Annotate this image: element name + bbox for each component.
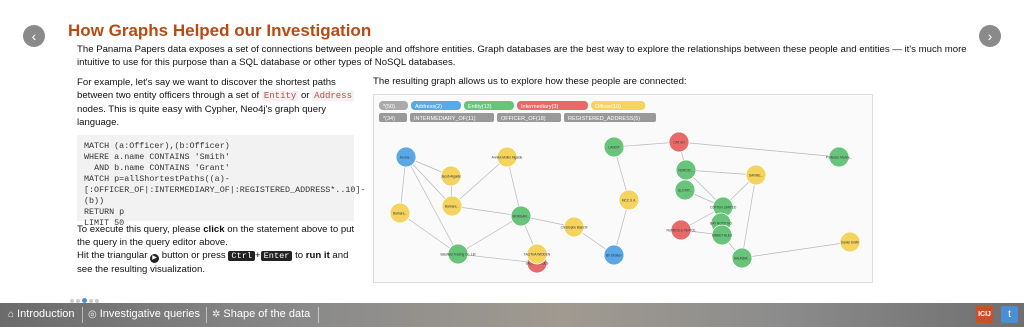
- ctrl-key: Ctrl: [228, 251, 256, 261]
- execute-instructions: To execute this query, please click on t…: [77, 224, 355, 275]
- graph-node-label: TALITHA WIDDEN: [524, 253, 551, 257]
- graph-node-label: MORGAN...: [512, 215, 529, 219]
- label-pill-text: *(50): [383, 104, 395, 110]
- graph-edge: [399, 212, 459, 255]
- example-paragraph: For example, let's say we want to discov…: [77, 77, 354, 128]
- graph-node-label: Barbara...: [445, 205, 459, 209]
- eye-icon: ◎: [88, 309, 97, 320]
- chevron-left-icon: ‹: [31, 28, 37, 44]
- graph-edge: [741, 174, 757, 259]
- graph-node-label: Kenzie...: [400, 156, 413, 160]
- graph-caption: The resulting graph allows us to explore…: [373, 76, 687, 87]
- footer-bar: ⌂ Introduction ◎ Investigative queries ✲ Sh…: [0, 303, 1024, 327]
- graph-node-label: NORDIC...: [678, 169, 693, 173]
- rel-pill-text: REGISTERED_ADDRESS(5): [568, 116, 640, 122]
- footer-shape-link[interactable]: ✲ Shape of the data: [212, 308, 310, 320]
- intro-paragraph: The Panama Papers data exposes a set of …: [77, 44, 967, 68]
- cypher-query-block[interactable]: MATCH (a:Officer),(b:Officer) WHERE a.na…: [77, 135, 365, 228]
- twitter-icon[interactable]: t: [1001, 306, 1018, 323]
- graph-edge: [678, 141, 840, 158]
- graph-node-label: SWEET ALEX: [712, 234, 733, 238]
- next-slide-button[interactable]: ›: [979, 25, 1001, 47]
- icij-logo-button[interactable]: ICIJ: [976, 306, 993, 323]
- graph-node-label: FERNOS & PEIRCE: [666, 229, 695, 233]
- graph-edge: [741, 241, 851, 259]
- graph-edge: [457, 215, 522, 255]
- graph-node-label: Daniel Smith: [841, 241, 859, 245]
- graph-node-label: Bri Stratton: [606, 254, 622, 258]
- graph-node-label: Jacob Algaide: [441, 175, 461, 179]
- graph-edge: [451, 205, 522, 217]
- graph-node-label: DAVINE...: [749, 174, 763, 178]
- play-icon: ▶: [150, 254, 160, 263]
- label-pill-text: Officer(10): [595, 104, 621, 110]
- graph-visualization[interactable]: *(50) Address(2) Entity(13) Intermediary(3)…: [373, 94, 873, 283]
- graph-node-label: Annika Moller Algaide: [492, 156, 523, 160]
- rel-pill-text: *(34): [383, 116, 395, 122]
- enter-key: Enter: [260, 251, 293, 261]
- prev-slide-button[interactable]: ‹: [23, 25, 45, 47]
- footer-queries-link[interactable]: ◎ Investigative queries: [88, 308, 200, 320]
- network-icon: ✲: [212, 309, 221, 320]
- graph-edge: [451, 156, 508, 207]
- page-title: How Graphs Helped our Investigation: [68, 21, 372, 40]
- home-icon: ⌂: [8, 309, 15, 320]
- address-code: Address: [312, 91, 354, 101]
- graph-node-label: Barbara...: [393, 212, 407, 216]
- graph-edge: [685, 169, 757, 176]
- label-pill-text: Intermediary(3): [521, 104, 558, 110]
- entity-code: Entity: [261, 91, 299, 101]
- chevron-right-icon: ›: [987, 28, 993, 44]
- graph-node-label: Professor Manny...: [826, 156, 853, 160]
- label-pill-text: Address(2): [415, 104, 442, 110]
- graph-node-label: GLOTAT...: [678, 189, 693, 193]
- graph-node-label: CAT SH: [673, 141, 685, 145]
- graph-svg: *(50) Address(2) Entity(13) Intermediary(3)…: [379, 101, 861, 274]
- graph-node-label: MCC S.A.: [622, 199, 636, 203]
- label-pill-text: Entity(13): [468, 104, 492, 110]
- graph-node-label: LANDIT: [608, 146, 619, 150]
- graph-node-label: Christophe Bianchi: [561, 226, 588, 230]
- graph-node-label: COFTEN LIMITED: [710, 206, 737, 210]
- graph-node-label: SAUNDR...: [734, 257, 750, 261]
- rel-pill-text: INTERMEDIARY_OF(11): [414, 116, 476, 122]
- rel-pill-text: OFFICER_OF(18): [501, 116, 546, 122]
- graph-node-label: Batsfield Trading Co. Ltd: [441, 253, 476, 257]
- footer-introduction-link[interactable]: ⌂ Introduction: [8, 308, 75, 320]
